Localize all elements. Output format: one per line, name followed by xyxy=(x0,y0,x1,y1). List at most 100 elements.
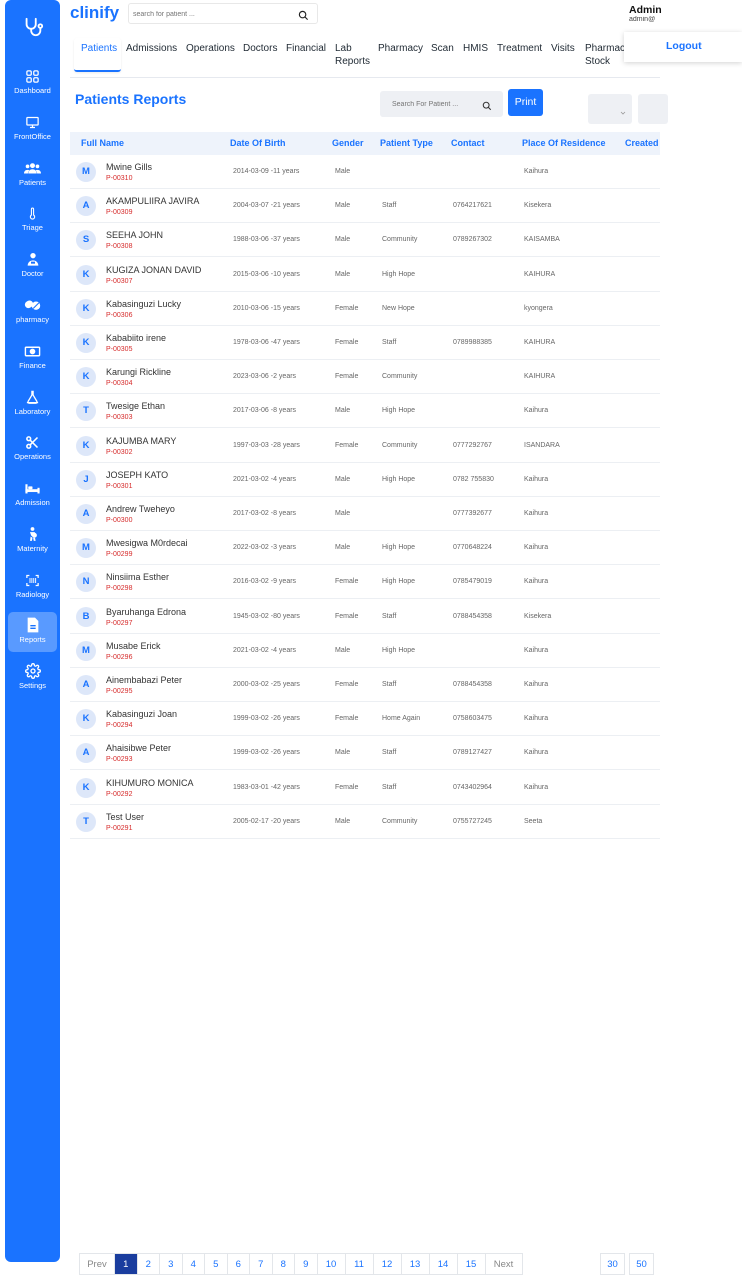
user-name[interactable]: Admin xyxy=(629,4,662,16)
sidebar-item-radiology[interactable]: Radiology xyxy=(8,567,57,607)
table-row[interactable]: J JOSEPH KATO P-00301 2021-03-02 -4 years Ma… xyxy=(70,463,660,497)
table-row[interactable]: A Ahaisibwe Peter P-00293 1999-03-02 -26 ye… xyxy=(70,736,660,771)
tab-visits[interactable]: Visits xyxy=(551,42,575,55)
column-header[interactable]: Place Of Residence xyxy=(522,138,606,148)
patient-search-input[interactable] xyxy=(392,99,472,110)
sidebar-item-pharmacy[interactable]: pharmacy xyxy=(8,292,57,332)
patient-name[interactable]: KAJUMBA MARY xyxy=(106,436,176,446)
table-row[interactable]: K Karungi Rickline P-00304 2023-03-06 -2 ye… xyxy=(70,360,660,395)
top-search-box[interactable] xyxy=(128,3,318,24)
page-size-option[interactable]: 30 xyxy=(600,1253,625,1275)
sidebar-item-laboratory[interactable]: Laboratory xyxy=(8,384,57,424)
sidebar-item-frontoffice[interactable]: FrontOffice xyxy=(8,109,57,149)
page-button[interactable]: 7 xyxy=(250,1254,273,1274)
tab-lab-reports[interactable]: Lab Reports xyxy=(335,42,370,68)
filter-select[interactable] xyxy=(588,94,632,124)
table-row[interactable]: A AKAMPULIIRA JAVIRA P-00309 2004-03-07 -21… xyxy=(70,189,660,224)
page-button[interactable]: 2 xyxy=(137,1254,160,1274)
page-button[interactable]: 11 xyxy=(345,1254,374,1274)
sidebar-item-settings[interactable]: Settings xyxy=(8,658,57,698)
patient-name[interactable]: Musabe Erick xyxy=(106,641,161,651)
table-row[interactable]: T Test User P-00291 2005-02-17 -20 years Mal… xyxy=(70,805,660,839)
table-row[interactable]: B Byaruhanga Edrona P-00297 1945-03-02 -80 … xyxy=(70,600,660,634)
page-button[interactable]: 13 xyxy=(401,1254,430,1274)
table-row[interactable]: A Andrew Tweheyo P-00300 2017-03-02 -8 year… xyxy=(70,497,660,531)
patient-name[interactable]: Ninsiima Esther xyxy=(106,572,169,582)
filter-select-secondary[interactable] xyxy=(638,94,668,124)
patient-name[interactable]: JOSEPH KATO xyxy=(106,470,168,480)
column-header[interactable]: Contact xyxy=(451,138,485,148)
sidebar-item-maternity[interactable]: Maternity xyxy=(8,521,57,561)
table-row[interactable]: N Ninsiima Esther P-00298 2016-03-02 -9 yea… xyxy=(70,565,660,600)
print-button[interactable]: Print xyxy=(508,89,543,116)
patient-name[interactable]: Kabasinguzi Joan xyxy=(106,709,177,719)
next-page-button[interactable]: Next xyxy=(485,1254,522,1274)
page-button[interactable]: 5 xyxy=(205,1254,228,1274)
tab-patients[interactable]: Patients xyxy=(81,42,117,55)
sidebar-item-triage[interactable]: Triage xyxy=(8,200,57,240)
page-button[interactable]: 6 xyxy=(227,1254,250,1274)
table-row[interactable]: K Kabasinguzi Joan P-00294 1999-03-02 -26 y… xyxy=(70,702,660,737)
patient-name[interactable]: Kababiito irene xyxy=(106,333,166,343)
tab-admissions[interactable]: Admissions xyxy=(126,42,177,55)
table-row[interactable]: K KAJUMBA MARY P-00302 1997-03-03 -28 years… xyxy=(70,429,660,463)
logout-button[interactable]: Logout xyxy=(666,40,702,52)
page-button[interactable]: 8 xyxy=(272,1254,295,1274)
sidebar-item-reports[interactable]: Reports xyxy=(8,612,57,652)
page-button[interactable]: 9 xyxy=(295,1254,318,1274)
tab-financial[interactable]: Financial xyxy=(286,42,326,55)
table-row[interactable]: M Musabe Erick P-00296 2021-03-02 -4 years M… xyxy=(70,634,660,668)
column-header[interactable]: Gender xyxy=(332,138,364,148)
page-button[interactable]: 12 xyxy=(373,1254,402,1274)
page-button[interactable]: 4 xyxy=(182,1254,205,1274)
sidebar-item-operations[interactable]: Operations xyxy=(8,429,57,469)
sidebar-item-finance[interactable]: Finance xyxy=(8,338,57,378)
page-size-option[interactable]: 50 xyxy=(629,1253,654,1275)
patient-name[interactable]: AKAMPULIIRA JAVIRA xyxy=(106,196,199,206)
column-header[interactable]: Date Of Birth xyxy=(230,138,286,148)
column-header[interactable]: Patient Type xyxy=(380,138,433,148)
page-button[interactable]: 15 xyxy=(457,1254,486,1274)
tab-operations[interactable]: Operations xyxy=(186,42,235,55)
table-row[interactable]: K KIHUMURO MONICA P-00292 1983-03-01 -42 ye… xyxy=(70,771,660,805)
table-row[interactable]: A Ainembabazi Peter P-00295 2000-03-02 -25 … xyxy=(70,668,660,702)
page-button[interactable]: 14 xyxy=(429,1254,458,1274)
table-row[interactable]: T Twesige Ethan P-00303 2017-03-06 -8 years… xyxy=(70,394,660,429)
patient-name[interactable]: Test User xyxy=(106,812,144,822)
patient-name[interactable]: Twesige Ethan xyxy=(106,401,165,411)
page-button[interactable]: 10 xyxy=(317,1254,346,1274)
table-row[interactable]: K Kabasinguzi Lucky P-00306 2010-03-06 -15 … xyxy=(70,292,660,326)
tab-doctors[interactable]: Doctors xyxy=(243,42,277,55)
patient-search-box[interactable] xyxy=(380,91,503,117)
page-button[interactable]: 1 xyxy=(115,1254,138,1274)
table-row[interactable]: K KUGIZA JONAN DAVID P-00307 2015-03-06 -10… xyxy=(70,258,660,292)
patient-name[interactable]: KIHUMURO MONICA xyxy=(106,778,194,788)
sidebar-item-doctor[interactable]: Doctor xyxy=(8,246,57,286)
search-icon[interactable] xyxy=(298,8,309,26)
column-header[interactable]: Full Name xyxy=(81,138,124,148)
patient-name[interactable]: Kabasinguzi Lucky xyxy=(106,299,181,309)
table-row[interactable]: S SEEHA JOHN P-00308 1988-03-06 -37 years Ma… xyxy=(70,223,660,258)
sidebar-item-patients[interactable]: Patients xyxy=(8,155,57,195)
search-icon[interactable] xyxy=(482,98,492,116)
patient-name[interactable]: Karungi Rickline xyxy=(106,367,171,377)
app-logo-icon[interactable] xyxy=(5,12,60,42)
tab-scan[interactable]: Scan xyxy=(431,42,454,55)
patient-name[interactable]: Ainembabazi Peter xyxy=(106,675,182,685)
patient-name[interactable]: Andrew Tweheyo xyxy=(106,504,175,514)
sidebar-item-dashboard[interactable]: Dashboard xyxy=(8,63,57,103)
patient-name[interactable]: Byaruhanga Edrona xyxy=(106,607,186,617)
table-row[interactable]: K Kababiito irene P-00305 1978-03-06 -47 ye… xyxy=(70,326,660,360)
column-header[interactable]: Created xyxy=(625,138,659,148)
prev-page-button[interactable]: Prev xyxy=(80,1254,115,1274)
tab-pharmacy[interactable]: Pharmacy xyxy=(378,42,423,55)
table-row[interactable]: M Mwesigwa M0rdecai P-00299 2022-03-02 -3 y… xyxy=(70,531,660,566)
sidebar-item-admission[interactable]: Admission xyxy=(8,475,57,515)
patient-name[interactable]: Mwine Gills xyxy=(106,162,152,172)
patient-name[interactable]: Mwesigwa M0rdecai xyxy=(106,538,188,548)
patient-name[interactable]: Ahaisibwe Peter xyxy=(106,743,171,753)
patient-name[interactable]: SEEHA JOHN xyxy=(106,230,163,240)
top-search-input[interactable] xyxy=(133,7,293,21)
table-row[interactable]: M Mwine Gills P-00310 2014-03-09 -11 years M… xyxy=(70,155,660,189)
patient-name[interactable]: KUGIZA JONAN DAVID xyxy=(106,265,201,275)
